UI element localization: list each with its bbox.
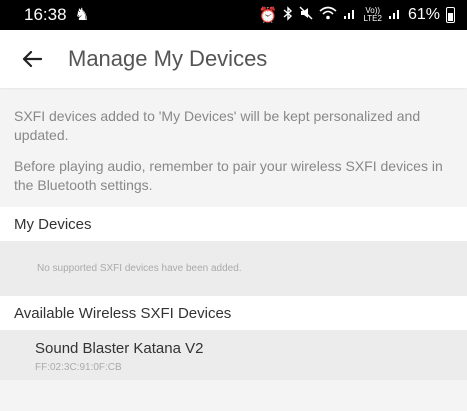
alarm-icon: ⏰ bbox=[258, 7, 278, 24]
my-devices-header: My Devices bbox=[0, 207, 467, 241]
back-button[interactable] bbox=[0, 30, 64, 88]
intro-line-2: Before playing audio, remember to pair y… bbox=[14, 158, 443, 193]
my-devices-empty: No supported SXFI devices have been adde… bbox=[0, 241, 467, 296]
clock: 16:38 bbox=[24, 5, 67, 24]
intro-text: SXFI devices added to 'My Devices' will … bbox=[0, 90, 467, 206]
device-name: Sound Blaster Katana V2 bbox=[35, 340, 204, 357]
page-title: Manage My Devices bbox=[68, 46, 268, 71]
battery-percent: 61% bbox=[407, 6, 440, 23]
signal2-icon bbox=[388, 6, 402, 24]
back-arrow-icon bbox=[22, 50, 42, 68]
toolbar: Manage My Devices bbox=[0, 30, 467, 88]
bottom-background bbox=[0, 380, 467, 411]
device-list-item[interactable]: Sound Blaster Katana V2 FF:02:3C:91:0F:C… bbox=[0, 330, 467, 380]
wifi-icon bbox=[319, 6, 337, 24]
bluetooth-icon bbox=[283, 5, 293, 25]
knight-icon: ♞ bbox=[74, 5, 90, 24]
volte-icon: Vo)) LTE2 bbox=[363, 6, 382, 23]
signal-icon bbox=[343, 6, 357, 24]
mute-icon bbox=[299, 6, 313, 24]
available-devices-header: Available Wireless SXFI Devices bbox=[0, 296, 467, 330]
battery-icon bbox=[446, 7, 455, 23]
empty-message: No supported SXFI devices have been adde… bbox=[37, 263, 242, 274]
status-bar: 16:38 ♞ ⏰ Vo)) LTE2 61% bbox=[0, 0, 467, 30]
device-mac-address: FF:02:3C:91:0F:CB bbox=[35, 362, 122, 373]
intro-line-1: SXFI devices added to 'My Devices' will … bbox=[14, 108, 421, 143]
